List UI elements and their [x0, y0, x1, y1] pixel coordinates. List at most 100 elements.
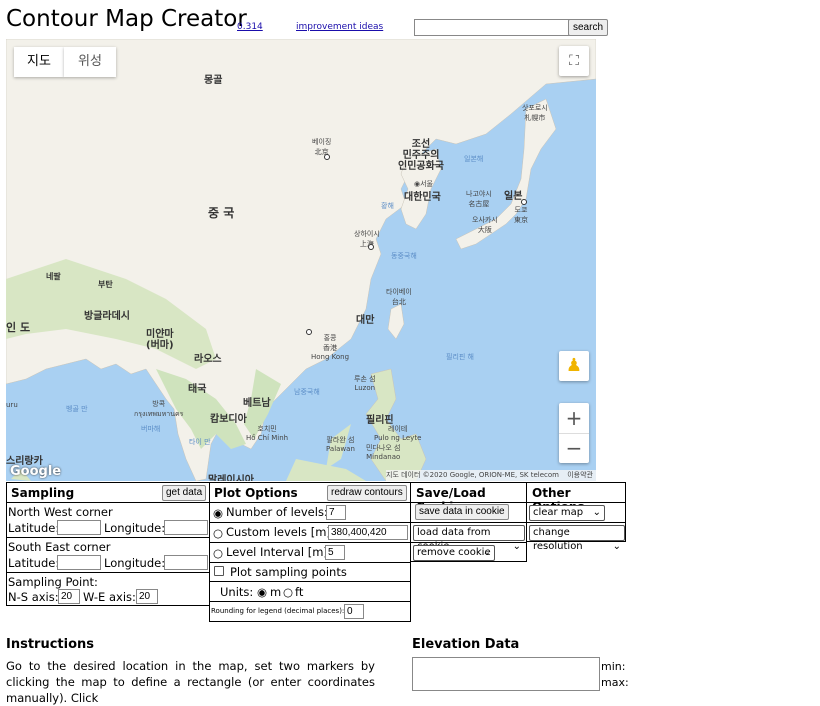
map-terrain — [6, 39, 596, 481]
map-label: 도쿄 東京 — [514, 206, 528, 224]
chevron-down-icon: ⌄ — [592, 507, 601, 518]
unit-ft-radio[interactable]: ○ — [283, 585, 293, 599]
se-longitude-label: Longitude: — [104, 556, 166, 570]
elevation-title: Elevation Data — [412, 637, 520, 652]
map-type-map-button[interactable]: 지도 — [14, 47, 64, 77]
unit-m-label: m — [270, 585, 282, 599]
ns-axis-input[interactable] — [58, 589, 80, 604]
se-longitude-input[interactable] — [164, 555, 208, 570]
map-label: 중 국 — [208, 206, 235, 220]
nw-latitude-label: Latitude: — [8, 521, 60, 535]
load-cookie-select[interactable]: load data from cookie⌄ — [413, 525, 525, 552]
map-label: 호치민 Hồ Chí Minh — [246, 425, 289, 442]
map-label: 필리핀 해 — [446, 353, 474, 361]
map-label: 삿포로시 札幌市 — [522, 104, 548, 122]
map-label: 말레이시아 — [208, 475, 254, 481]
map-label: 네팔 — [46, 272, 61, 281]
map-label: 나고야시 名古屋 — [466, 190, 492, 208]
elevation-textarea[interactable] — [412, 657, 600, 691]
we-axis-input[interactable] — [136, 589, 158, 604]
redraw-contours-button[interactable]: redraw contours — [327, 485, 407, 501]
instructions-text: Go to the desired location in the map, s… — [6, 659, 375, 705]
nw-latitude-input[interactable] — [57, 520, 101, 535]
clear-map-select[interactable]: clear map ⌄ — [529, 505, 605, 521]
custom-levels-radio[interactable]: ○ — [213, 526, 223, 540]
save-cookie-button[interactable]: save data in cookie — [415, 504, 509, 520]
se-latitude-label: Latitude: — [8, 556, 60, 570]
remove-cookie-select[interactable]: remove cookie ⌄ — [413, 545, 495, 561]
map-label: 루손 섬 Luzon — [354, 375, 376, 392]
map-label: 태국 — [188, 384, 207, 395]
plot-options-title: Plot Options — [214, 486, 298, 500]
map-label: 벵골 만 — [66, 405, 88, 413]
map-attribution: 지도 데이터 ©2020 Google, ORION-ME, SK teleco… — [386, 470, 596, 481]
rounding-input[interactable] — [344, 604, 364, 619]
nw-longitude-input[interactable] — [164, 520, 208, 535]
attribution-text: 지도 데이터 ©2020 Google, ORION-ME, SK teleco… — [386, 471, 559, 479]
map-label: 대한민국 — [404, 192, 441, 203]
level-interval-input[interactable] — [325, 545, 345, 560]
se-latitude-input[interactable] — [57, 555, 101, 570]
custom-levels-label: Custom levels [m]: — [226, 525, 335, 539]
custom-levels-input[interactable] — [328, 525, 408, 540]
google-logo: Google — [10, 464, 62, 479]
instructions-title: Instructions — [6, 637, 95, 652]
map-label: 부탄 — [98, 280, 113, 289]
change-resolution-select[interactable]: change resolution ⌄ — [529, 525, 625, 552]
map-label: 인 도 — [6, 321, 31, 334]
map-view[interactable]: 지도 위성 ⛶ 몽골 중 국 베이징 北京 조선 민주주의 인민공화국 ◉서울 … — [6, 39, 596, 481]
zoom-out-button[interactable]: − — [559, 433, 589, 463]
improvement-ideas-link[interactable]: improvement ideas — [296, 22, 383, 32]
elevation-min-label: min: — [601, 660, 626, 673]
map-label: 남중국해 — [294, 388, 320, 396]
clear-map-label: clear map — [533, 507, 584, 518]
map-label: 대만 — [356, 315, 375, 326]
nw-corner-label: North West corner — [8, 505, 113, 519]
version-link[interactable]: 0.314 — [237, 22, 263, 32]
plot-points-checkbox[interactable] — [214, 566, 224, 576]
chevron-down-icon: ⌄ — [482, 547, 491, 558]
street-view-pegman-icon[interactable]: ♟ — [559, 351, 589, 381]
level-interval-radio[interactable]: ○ — [213, 546, 223, 560]
se-corner-label: South East corner — [8, 540, 111, 554]
change-resolution-label: change resolution — [533, 527, 583, 552]
map-label: 베트남 — [243, 398, 271, 409]
map-label: 타이베이 台北 — [386, 288, 412, 306]
map-label: 오사카시 大阪 — [472, 216, 498, 234]
terms-link[interactable]: 이용약관 — [567, 471, 593, 479]
sampling-title: Sampling — [11, 486, 75, 500]
map-label: 상하이시 上海 — [354, 230, 380, 248]
get-data-button[interactable]: get data — [162, 485, 207, 501]
zoom-in-button[interactable]: + — [559, 403, 589, 433]
plot-options-panel: Plot Options redraw contours ◉ Number of… — [209, 482, 411, 622]
fullscreen-icon[interactable]: ⛶ — [559, 46, 589, 76]
city-marker — [306, 329, 312, 335]
map-type-satellite-button[interactable]: 위성 — [64, 47, 116, 77]
other-options-panel: Other Options clear map⌄ change resoluti… — [526, 482, 626, 552]
remove-cookie-label: remove cookie — [417, 547, 491, 558]
plot-points-label: Plot sampling points — [230, 565, 347, 579]
map-label: 미얀마 (버마) — [146, 329, 174, 351]
map-label: 동중국해 — [391, 252, 417, 260]
units-label: Units: — [220, 585, 254, 599]
ns-axis-label: N-S axis: — [8, 590, 59, 604]
page-title: Contour Map Creator — [6, 6, 247, 32]
city-marker — [521, 199, 527, 205]
map-label: 타이 만 — [189, 438, 211, 446]
map-label: 홍콩 香港 Hong Kong — [311, 334, 350, 361]
search-input[interactable] — [414, 19, 570, 36]
city-marker — [368, 244, 374, 250]
map-label: 캄보디아 — [210, 414, 247, 425]
map-label: 라오스 — [194, 354, 222, 365]
unit-m-radio[interactable]: ◉ — [257, 585, 267, 599]
num-levels-input[interactable] — [326, 505, 346, 520]
elevation-max-label: max: — [601, 676, 629, 689]
we-axis-label: W-E axis: — [83, 590, 136, 604]
search-button[interactable]: search — [568, 19, 608, 36]
zoom-control: + − — [559, 403, 589, 463]
map-label: 황해 — [381, 202, 394, 210]
sampling-point-label: Sampling Point: — [8, 575, 98, 589]
map-label: uru — [6, 401, 18, 409]
map-label: 일본해 — [464, 155, 484, 163]
num-levels-radio[interactable]: ◉ — [213, 506, 223, 520]
